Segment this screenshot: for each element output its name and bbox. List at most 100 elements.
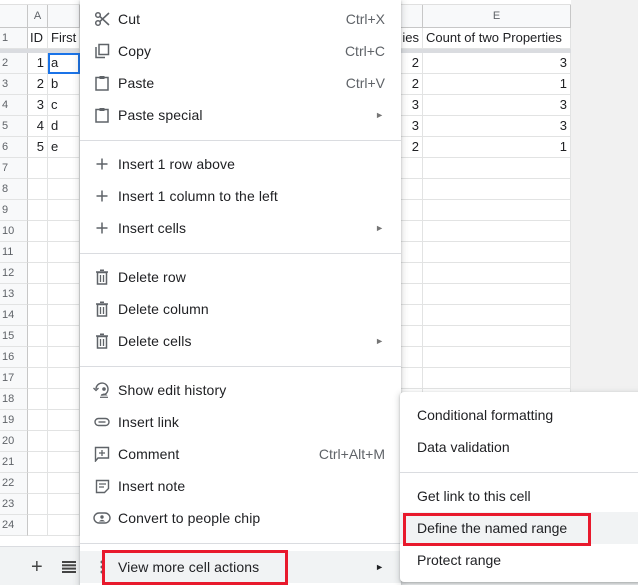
cell-a[interactable]: 3: [28, 95, 48, 116]
cell-b[interactable]: [48, 515, 80, 536]
menu-item-paste-special[interactable]: Paste special ►: [80, 99, 401, 131]
cell-e[interactable]: [423, 284, 571, 305]
menu-item-convert-people-chip[interactable]: Convert to people chip: [80, 502, 401, 534]
cell-b[interactable]: [48, 347, 80, 368]
cell-b[interactable]: [48, 368, 80, 389]
cell-e[interactable]: 1: [423, 137, 571, 158]
row-header[interactable]: 1: [0, 28, 28, 49]
cell-e[interactable]: 1: [423, 74, 571, 95]
row-header[interactable]: 11: [0, 242, 28, 263]
row-header[interactable]: 23: [0, 494, 28, 515]
cell-a[interactable]: [28, 515, 48, 536]
row-header[interactable]: 8: [0, 179, 28, 200]
cell-e[interactable]: [423, 263, 571, 284]
row-header[interactable]: 12: [0, 263, 28, 284]
menu-item-delete-column[interactable]: Delete column: [80, 293, 401, 325]
cell-a[interactable]: [28, 284, 48, 305]
cell-b[interactable]: b: [48, 74, 80, 95]
cell-a[interactable]: [28, 242, 48, 263]
cell-e[interactable]: [423, 368, 571, 389]
cell-b[interactable]: [48, 494, 80, 515]
submenu-item-define-named-range[interactable]: Define the named range: [400, 512, 638, 544]
cell-b[interactable]: [48, 284, 80, 305]
column-header-a[interactable]: A: [28, 5, 48, 28]
cell-a[interactable]: [28, 410, 48, 431]
cell-b[interactable]: [48, 179, 80, 200]
menu-item-delete-row[interactable]: Delete row: [80, 261, 401, 293]
cell-b[interactable]: [48, 221, 80, 242]
cell-e[interactable]: [423, 305, 571, 326]
menu-item-cut[interactable]: Cut Ctrl+X: [80, 3, 401, 35]
cell-b[interactable]: [48, 242, 80, 263]
cell-b[interactable]: e: [48, 137, 80, 158]
row-header[interactable]: 20: [0, 431, 28, 452]
cell-a[interactable]: [28, 305, 48, 326]
cell-a[interactable]: 4: [28, 116, 48, 137]
cell-e[interactable]: [423, 242, 571, 263]
cell-a[interactable]: [28, 494, 48, 515]
cell-e[interactable]: 3: [423, 53, 571, 74]
cell-a[interactable]: [28, 221, 48, 242]
cell-b[interactable]: c: [48, 95, 80, 116]
all-sheets-button[interactable]: [62, 559, 76, 575]
cell-a[interactable]: [28, 473, 48, 494]
menu-item-insert-column-left[interactable]: Insert 1 column to the left: [80, 180, 401, 212]
menu-item-show-edit-history[interactable]: Show edit history: [80, 374, 401, 406]
cell-e[interactable]: [423, 221, 571, 242]
cell-a[interactable]: 2: [28, 74, 48, 95]
cell-a[interactable]: [28, 263, 48, 284]
row-header[interactable]: 7: [0, 158, 28, 179]
row-header[interactable]: 10: [0, 221, 28, 242]
cell-e[interactable]: [423, 326, 571, 347]
select-all-corner[interactable]: [0, 5, 28, 28]
cell-a[interactable]: [28, 368, 48, 389]
row-header[interactable]: 3: [0, 74, 28, 95]
cell-b[interactable]: [48, 452, 80, 473]
submenu-item-protect-range[interactable]: Protect range: [400, 544, 638, 576]
menu-item-insert-note[interactable]: Insert note: [80, 470, 401, 502]
row-header[interactable]: 5: [0, 116, 28, 137]
cell-e[interactable]: 3: [423, 95, 571, 116]
row-header[interactable]: 4: [0, 95, 28, 116]
cell-a[interactable]: [28, 389, 48, 410]
add-sheet-button[interactable]: +: [31, 557, 43, 577]
row-header[interactable]: 15: [0, 326, 28, 347]
menu-item-copy[interactable]: Copy Ctrl+C: [80, 35, 401, 67]
cell-e[interactable]: [423, 200, 571, 221]
row-header[interactable]: 17: [0, 368, 28, 389]
cell-b[interactable]: [48, 389, 80, 410]
cell-a[interactable]: [28, 326, 48, 347]
cell-b[interactable]: [48, 200, 80, 221]
cell-b[interactable]: [48, 410, 80, 431]
cell-b[interactable]: [48, 431, 80, 452]
row-header[interactable]: 18: [0, 389, 28, 410]
menu-item-view-more-cell-actions[interactable]: View more cell actions ►: [80, 551, 401, 583]
row-header[interactable]: 21: [0, 452, 28, 473]
submenu-item-conditional-formatting[interactable]: Conditional formatting: [400, 399, 638, 431]
submenu-item-get-link[interactable]: Get link to this cell: [400, 480, 638, 512]
column-header-e[interactable]: E: [423, 5, 571, 28]
cell-b[interactable]: [48, 305, 80, 326]
cell-b[interactable]: [48, 158, 80, 179]
cell-a1[interactable]: ID: [28, 28, 48, 49]
row-header[interactable]: 14: [0, 305, 28, 326]
cell-b[interactable]: a: [48, 53, 80, 74]
cell-a[interactable]: 1: [28, 53, 48, 74]
menu-item-paste[interactable]: Paste Ctrl+V: [80, 67, 401, 99]
cell-e[interactable]: [423, 158, 571, 179]
menu-item-comment[interactable]: Comment Ctrl+Alt+M: [80, 438, 401, 470]
row-header[interactable]: 22: [0, 473, 28, 494]
cell-b[interactable]: [48, 473, 80, 494]
cell-a[interactable]: [28, 347, 48, 368]
cell-e[interactable]: 3: [423, 116, 571, 137]
cell-b[interactable]: [48, 263, 80, 284]
menu-item-insert-link[interactable]: Insert link: [80, 406, 401, 438]
menu-item-delete-cells[interactable]: Delete cells ►: [80, 325, 401, 357]
column-header-b[interactable]: [48, 5, 80, 28]
cell-b[interactable]: d: [48, 116, 80, 137]
cell-a[interactable]: [28, 452, 48, 473]
cell-a[interactable]: 5: [28, 137, 48, 158]
row-header[interactable]: 9: [0, 200, 28, 221]
cell-a[interactable]: [28, 158, 48, 179]
row-header[interactable]: 6: [0, 137, 28, 158]
